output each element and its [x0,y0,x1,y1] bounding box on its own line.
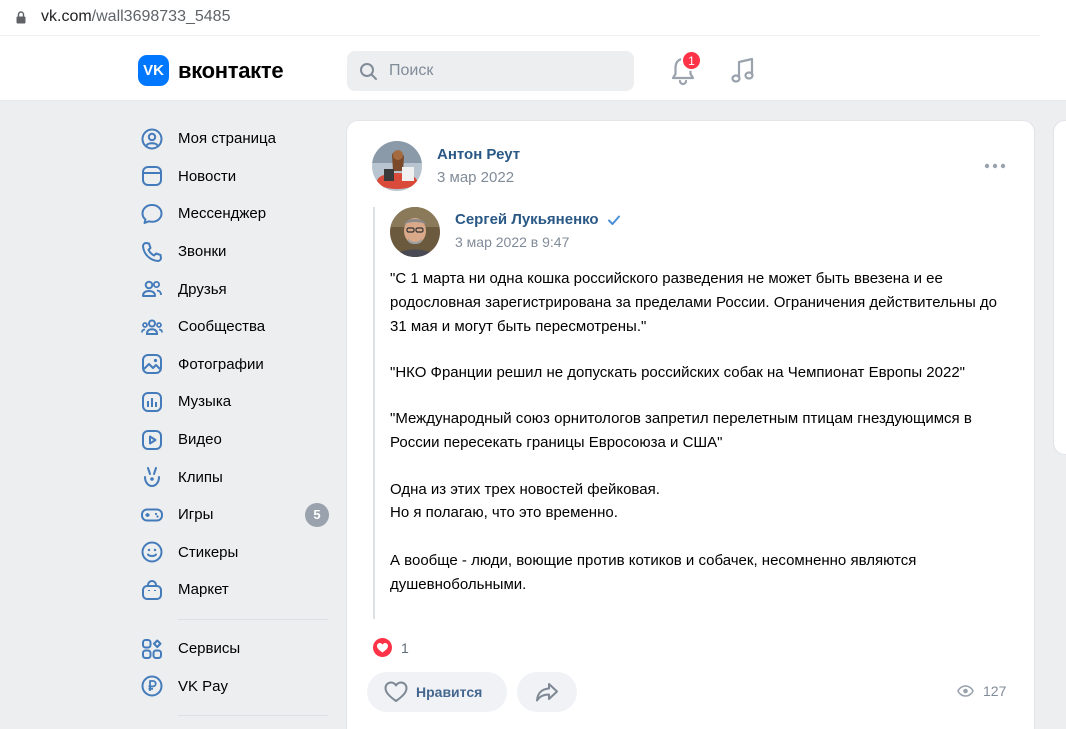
sidebar-item-label: Видео [178,431,222,449]
like-button[interactable]: Нравится [367,672,507,712]
sidebar-item-games[interactable]: Игры 5 [138,496,333,534]
sidebar-item-label: Маркет [178,581,229,599]
sidebar-item-label: Мессенджер [178,205,267,223]
user-circle-icon [141,128,163,150]
post-paragraph: "С 1 марта ни одна кошка российского раз… [390,270,997,335]
sidebar-item-music[interactable]: Музыка [138,383,333,421]
sidebar-item-news[interactable]: Новости [138,158,333,196]
sidebar-item-label: Музыка [178,393,232,411]
views-count: 127 [983,683,1007,699]
repost-date[interactable]: 3 мар 2022 в 9:47 [455,234,569,250]
sidebar-item-label: Новости [178,167,237,185]
post-author-name[interactable]: Антон Реут [437,146,520,163]
views-counter: 127 [957,683,1006,699]
search-input[interactable] [389,51,619,91]
sidebar-item-clips[interactable]: Клипы [138,458,333,496]
browser-url-bar: vk.com/wall3698733_5485 [0,0,1066,41]
post-card: Антон Реут 3 мар 2022 Сергей Лукьяненко … [346,120,1035,729]
news-icon [142,166,162,187]
search-icon [360,63,377,80]
clips-icon [144,467,160,488]
vk-logo-text: вконтакте [178,57,284,83]
author-avatar[interactable] [372,141,422,191]
like-button-label: Нравится [416,684,483,700]
sidebar-item-label: Клипы [178,468,223,486]
services-icon [142,638,162,659]
author-avatar-image [372,141,422,191]
vk-logo[interactable]: VK вконтакте [138,55,284,86]
share-arrow-icon [536,683,558,702]
sidebar-item-label: Фотографии [178,355,264,373]
more-options-icon[interactable] [983,161,1007,171]
heart-icon [384,681,408,702]
market-icon [142,579,162,600]
smile-icon [141,541,163,563]
post-paragraph: "НКО Франции решил не допускать российск… [390,364,965,381]
sidebar-item-label: Звонки [178,243,227,261]
lock-icon [16,11,26,24]
reactions-count: 1 [401,639,409,656]
sidebar-item-label: Моя страница [178,130,276,148]
vk-header: VK вконтакте 1 [0,41,1066,101]
right-column-card [1053,120,1066,455]
heart-reaction-icon [373,638,392,657]
sidebar-item-stickers[interactable]: Стикеры [138,534,333,572]
address-field[interactable]: vk.com/wall3698733_5485 [0,0,1040,36]
left-sidebar: Моя страница Новости Мессенджер Звонки Д… [138,120,333,726]
sidebar-item-my-page[interactable]: Моя страница [138,120,333,158]
message-icon [141,203,163,224]
reposted-content: Сергей Лукьяненко 3 мар 2022 в 9:47 "С 1… [373,207,1013,619]
post-line: Но я полагаю, что это временно. [390,504,618,521]
sidebar-item-calls[interactable]: Звонки [138,233,333,271]
sidebar-item-photos[interactable]: Фотографии [138,346,333,384]
share-button[interactable] [517,672,577,712]
music-note-icon[interactable] [729,56,757,86]
search-box [347,51,634,91]
sidebar-item-communities[interactable]: Сообщества [138,308,333,346]
sidebar-item-friends[interactable]: Друзья [138,270,333,308]
video-icon [142,429,162,450]
sidebar-item-messenger[interactable]: Мессенджер [138,195,333,233]
post-text: "С 1 марта ни одна кошка российского раз… [390,267,1010,619]
verified-check-icon [607,215,620,225]
eye-icon [957,685,974,697]
repost-author-avatar[interactable] [390,207,440,257]
communities-icon [141,319,163,335]
sidebar-item-vk-pay[interactable]: VK Pay [138,667,333,705]
vkpay-icon [141,675,163,697]
post-line: Одна из этих трех новостей фейковая. [390,481,660,498]
sidebar-item-video[interactable]: Видео [138,421,333,459]
sidebar-item-label: Сервисы [178,640,241,658]
url-text: vk.com/wall3698733_5485 [41,8,230,26]
post-date[interactable]: 3 мар 2022 [437,169,514,186]
post-paragraph: "Международный союз орнитологов запретил… [390,410,972,451]
sidebar-item-services[interactable]: Сервисы [138,630,333,668]
vk-logo-mark: VK [138,55,169,86]
games-count-badge: 5 [305,502,329,527]
sidebar-item-label: Друзья [178,280,227,298]
repost-author-name[interactable]: Сергей Лукьяненко [455,211,599,228]
url-domain: vk.com [41,8,92,25]
sidebar-item-market[interactable]: Маркет [138,571,333,609]
sidebar-item-label: Стикеры [178,543,239,561]
url-path: /wall3698733_5485 [91,8,231,25]
post-paragraph: А вообще - люди, воющие против котиков и… [390,552,917,593]
sidebar-divider [178,714,328,716]
phone-icon [142,241,162,262]
sidebar-item-label: VK Pay [178,677,229,695]
sidebar-item-label: Игры [178,506,214,524]
friends-icon [142,280,162,298]
sidebar-item-label: Сообщества [178,318,266,336]
photo-icon [142,354,162,375]
games-icon [141,508,163,522]
sidebar-divider [178,618,328,620]
music-icon [142,391,162,412]
reactions-summary[interactable]: 1 [373,638,409,657]
notifications-badge: 1 [681,50,702,71]
repost-author: Сергей Лукьяненко [455,211,621,228]
repost-avatar-image [390,207,440,257]
